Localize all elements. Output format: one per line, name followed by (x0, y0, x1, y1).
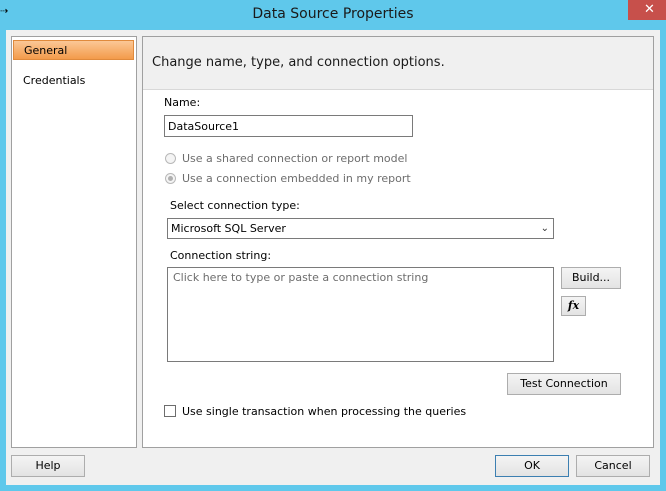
shared-connection-radio[interactable] (165, 153, 176, 164)
connection-string-label: Connection string: (170, 249, 272, 262)
chevron-down-icon: ⌄ (540, 223, 549, 234)
ok-button[interactable]: OK (495, 455, 569, 477)
name-label: Name: (164, 96, 201, 109)
single-transaction-label: Use single transaction when processing t… (182, 405, 467, 418)
general-page: Change name, type, and connection option… (142, 36, 654, 448)
dialog-window: ⇢ Data Source Properties ✕ General Crede… (0, 0, 666, 491)
cancel-button[interactable]: Cancel (576, 455, 650, 477)
build-button[interactable]: Build... (561, 267, 621, 289)
dialog-body: General Credentials Change name, type, a… (6, 30, 660, 485)
single-transaction-checkbox[interactable] (164, 405, 176, 417)
expression-button[interactable]: fx (561, 296, 586, 316)
sidebar-item-general[interactable]: General (13, 40, 134, 60)
connection-string-input[interactable]: Click here to type or paste a connection… (167, 267, 554, 362)
function-icon: fx (567, 299, 580, 312)
test-connection-button[interactable]: Test Connection (507, 373, 621, 395)
embedded-connection-label: Use a connection embedded in my report (182, 172, 411, 185)
close-button[interactable]: ✕ (628, 0, 666, 20)
embedded-connection-radio[interactable] (165, 173, 176, 184)
dialog-title: Data Source Properties (252, 6, 414, 22)
connection-type-select[interactable]: Microsoft SQL Server ⌄ (167, 218, 554, 239)
title-bar: ⇢ Data Source Properties ✕ (0, 0, 666, 30)
page-header: Change name, type, and connection option… (143, 37, 653, 90)
page-description: Change name, type, and connection option… (152, 55, 445, 70)
connection-type-label: Select connection type: (170, 199, 300, 212)
page-list: General Credentials (11, 36, 137, 448)
connection-type-value: Microsoft SQL Server (171, 222, 286, 235)
help-button[interactable]: Help (11, 455, 85, 477)
shared-connection-label: Use a shared connection or report model (182, 152, 408, 165)
sidebar-item-credentials[interactable]: Credentials (13, 71, 134, 91)
name-field[interactable] (164, 115, 413, 137)
